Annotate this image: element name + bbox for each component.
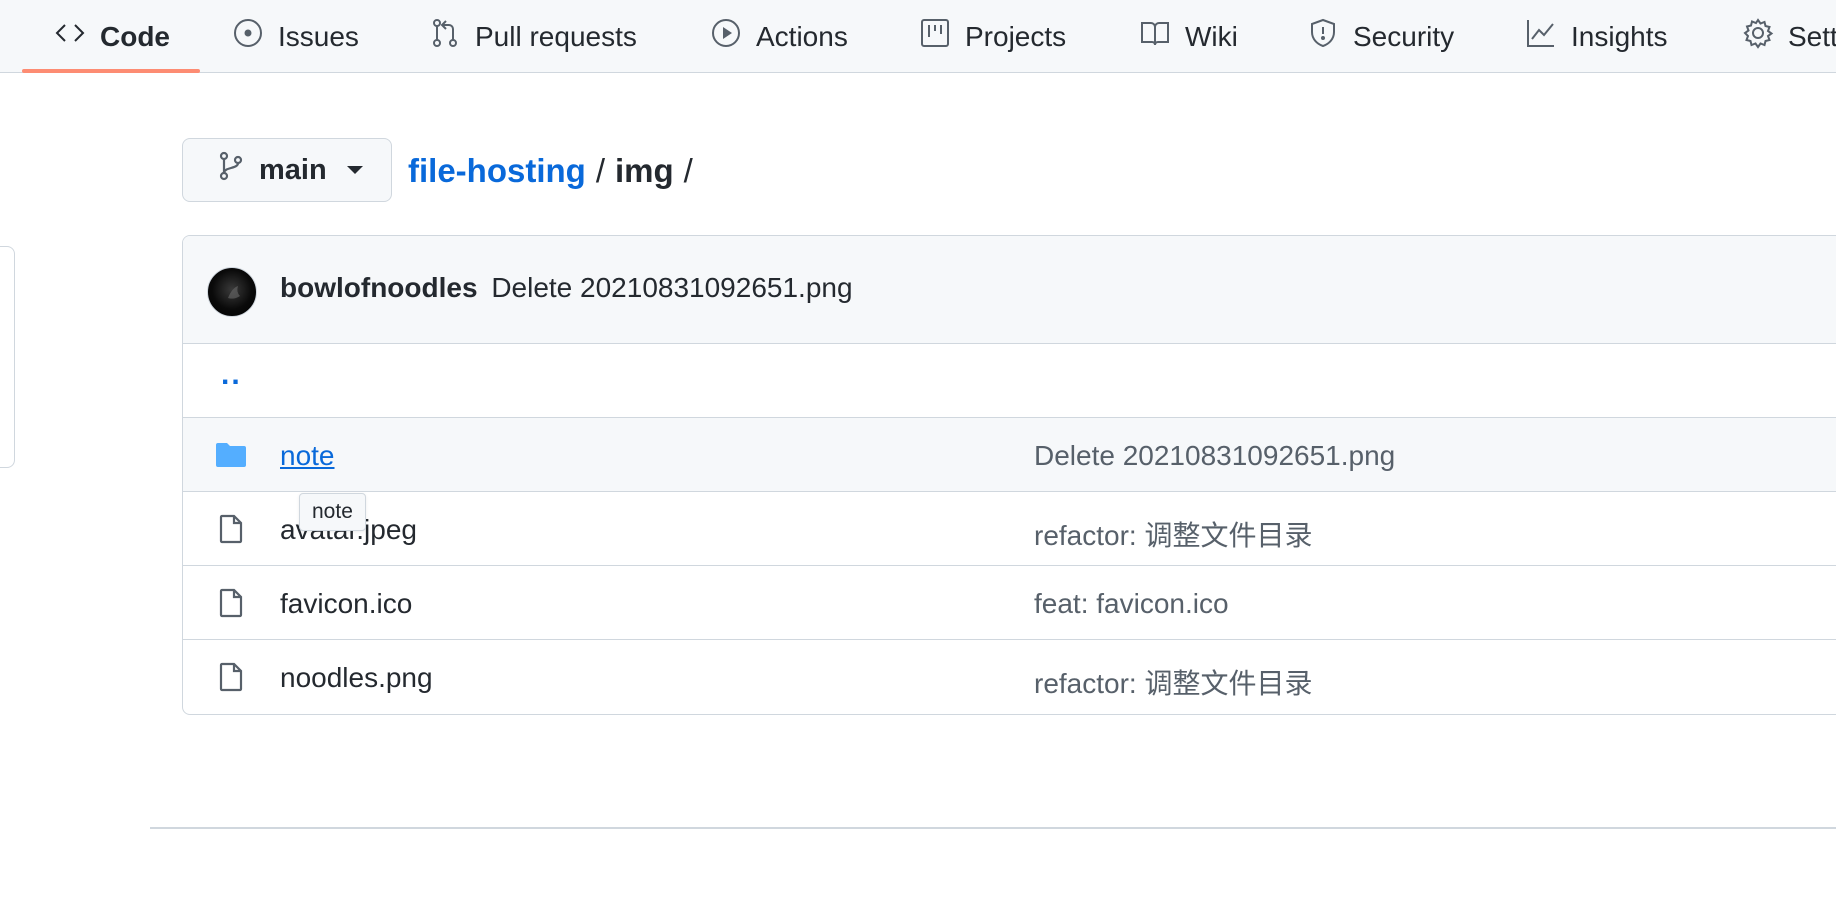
table-row[interactable]: avatar.jpeg refactor: 调整文件目录 — [183, 492, 1836, 566]
repo-nav: Code Issues Pull requests Actions Projec… — [0, 0, 1836, 73]
latest-commit-header: bowlofnoodles Delete 20210831092651.png — [183, 236, 1836, 344]
tab-pull-requests[interactable]: Pull requests — [429, 0, 637, 73]
tab-issues[interactable]: Issues — [232, 0, 359, 73]
active-tab-underline — [22, 69, 200, 73]
file-list: bowlofnoodles Delete 20210831092651.png … — [182, 235, 1836, 715]
commit-message-link[interactable]: Delete 20210831092651.png — [491, 272, 852, 303]
tab-wiki[interactable]: Wiki — [1139, 0, 1238, 73]
gear-icon — [1742, 17, 1774, 56]
shield-icon — [1307, 17, 1339, 56]
table-row[interactable]: note Delete 20210831092651.png — [183, 418, 1836, 492]
tab-settings[interactable]: Sett — [1742, 0, 1836, 73]
tab-actions-label: Actions — [756, 20, 848, 52]
tab-insights[interactable]: Insights — [1525, 0, 1668, 73]
breadcrumb: file-hosting / img / — [408, 148, 703, 194]
commit-message-link[interactable]: refactor: 调整文件目录 — [1034, 662, 1312, 702]
file-name-link[interactable]: favicon.ico — [280, 588, 412, 620]
graph-icon — [1525, 17, 1557, 56]
project-icon — [919, 17, 951, 56]
git-branch-icon — [217, 151, 245, 189]
commit-message-link[interactable]: refactor: 调整文件目录 — [1034, 514, 1312, 554]
tab-security-label: Security — [1353, 20, 1455, 52]
tooltip: note — [299, 493, 366, 531]
issue-opened-icon — [232, 17, 264, 56]
tab-pull-requests-label: Pull requests — [475, 20, 637, 52]
file-name-link[interactable]: noodles.png — [280, 662, 433, 694]
folder-icon — [215, 439, 247, 471]
breadcrumb-repo-link[interactable]: file-hosting — [408, 152, 586, 190]
parent-directory-row[interactable]: .. — [183, 344, 1836, 418]
caret-down-icon — [346, 166, 363, 174]
play-icon — [710, 17, 742, 56]
git-pull-request-icon — [429, 17, 461, 56]
file-icon — [215, 513, 247, 545]
branch-label: main — [259, 153, 327, 186]
side-panel-edge — [0, 246, 15, 468]
commit-message-link[interactable]: feat: favicon.ico — [1034, 588, 1229, 620]
file-name-link[interactable]: note — [280, 440, 335, 472]
branch-select-button[interactable]: main — [182, 138, 392, 202]
tab-issues-label: Issues — [278, 20, 359, 52]
avatar[interactable] — [207, 267, 257, 317]
table-row[interactable]: noodles.png refactor: 调整文件目录 — [183, 640, 1836, 714]
code-icon — [54, 17, 86, 56]
commit-author-link[interactable]: bowlofnoodles — [280, 272, 478, 303]
breadcrumb-current-folder: img — [614, 152, 674, 189]
tab-actions[interactable]: Actions — [710, 0, 848, 73]
tab-projects-label: Projects — [965, 20, 1067, 52]
tab-security[interactable]: Security — [1307, 0, 1454, 73]
tab-settings-label: Sett — [1788, 20, 1836, 52]
file-icon — [215, 661, 247, 693]
commit-message-link[interactable]: Delete 20210831092651.png — [1034, 440, 1395, 472]
divider — [150, 827, 1836, 829]
table-row[interactable]: favicon.ico feat: favicon.ico — [183, 566, 1836, 640]
tab-projects[interactable]: Projects — [919, 0, 1066, 73]
file-icon — [215, 587, 247, 619]
parent-directory-link[interactable]: .. — [221, 358, 242, 392]
breadcrumb-separator: / — [595, 152, 605, 189]
tab-wiki-label: Wiki — [1185, 20, 1238, 52]
breadcrumb-trailing-separator: / — [683, 152, 693, 189]
commit-summary: bowlofnoodles Delete 20210831092651.png — [280, 272, 853, 304]
book-icon — [1139, 17, 1171, 56]
tab-code-label: Code — [100, 20, 170, 52]
tab-code[interactable]: Code — [54, 0, 170, 73]
tab-insights-label: Insights — [1571, 20, 1668, 52]
